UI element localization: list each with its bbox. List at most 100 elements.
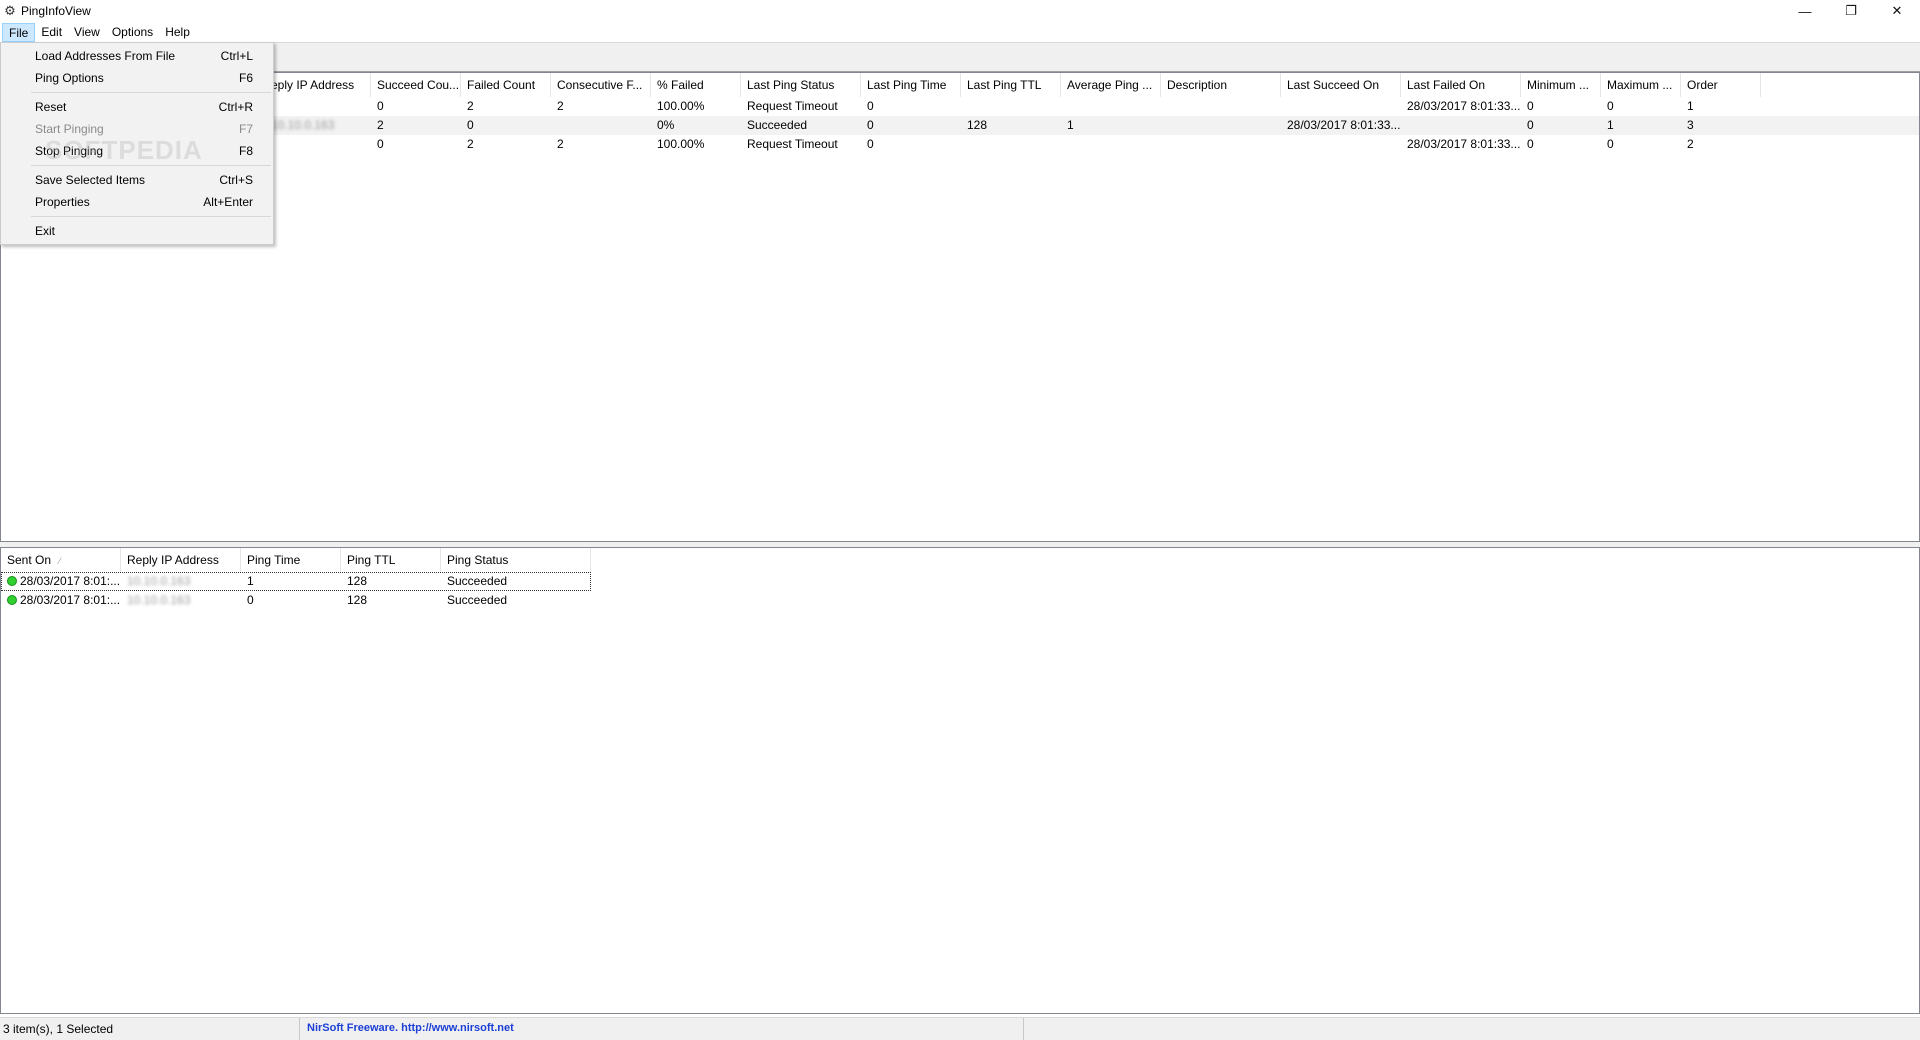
col-sent-on[interactable]: Sent On ⁄	[1, 548, 121, 572]
cell-last-ping-time: 0	[867, 99, 874, 113]
col-minimum[interactable]: Minimum ...	[1521, 73, 1601, 97]
cell-last-ping-status: Succeeded	[747, 118, 808, 132]
cell-description	[1161, 116, 1281, 135]
nirsoft-link[interactable]: NirSoft Freeware. http://www.nirsoft.net	[300, 1018, 1024, 1040]
menu-item-ping-options[interactable]: Ping Options F6	[1, 67, 273, 89]
col-percent-failed[interactable]: % Failed	[651, 73, 741, 97]
cell-reply-ip: 10.10.0.163	[127, 574, 191, 588]
cell-sent-on-text: 28/03/2017 8:01:...	[20, 574, 121, 588]
cell-description	[1161, 135, 1281, 154]
cell-average-ping: 1	[1067, 118, 1074, 132]
toolbar	[0, 42, 1920, 72]
close-button[interactable]: ✕	[1874, 0, 1920, 22]
col-ping-status[interactable]: Ping Status	[441, 548, 591, 572]
hosts-list-header: eply IP Address Succeed Cou... Failed Co…	[1, 73, 1919, 97]
col-reply-ip[interactable]: eply IP Address	[265, 73, 371, 97]
cell-ping-status: Succeeded	[447, 593, 508, 607]
cell-sent-on: 28/03/2017 8:01:...	[1, 591, 121, 610]
col-description[interactable]: Description	[1161, 73, 1281, 97]
cell-consecutive-failed: 2	[557, 137, 564, 151]
menu-separator	[31, 92, 271, 93]
menu-item-stop-pinging[interactable]: Stop Pinging F8	[1, 140, 273, 162]
status-success-icon	[7, 595, 17, 605]
table-row-focused[interactable]: 28/03/2017 8:01:... 10.10.0.163 1 128 Su…	[1, 572, 591, 591]
col-average-ping[interactable]: Average Ping ...	[1061, 73, 1161, 97]
file-menu-dropdown: Load Addresses From File Ctrl+L Ping Opti…	[0, 42, 274, 245]
menu-separator	[31, 165, 271, 166]
menu-bar: File Edit View Options Help	[0, 22, 1920, 42]
menu-separator	[31, 216, 271, 217]
window-title: PingInfoView	[21, 4, 91, 18]
col-last-failed-on[interactable]: Last Failed On	[1401, 73, 1521, 97]
cell-succeed-count: 0	[377, 99, 384, 113]
col-consecutive-failed[interactable]: Consecutive F...	[551, 73, 651, 97]
menu-edit[interactable]: Edit	[35, 23, 68, 42]
cell-last-ping-ttl	[961, 97, 1061, 116]
menu-item-shortcut: F7	[238, 122, 253, 136]
menu-item-label: Save Selected Items	[35, 173, 146, 187]
cell-maximum: 0	[1607, 99, 1614, 113]
window-controls: — ❐ ✕	[1782, 0, 1920, 22]
ping-history-header: Sent On ⁄ Reply IP Address Ping Time Ping…	[1, 548, 1919, 572]
status-success-icon	[7, 576, 17, 586]
table-row[interactable]: 0 2 2 100.00% Request Timeout 0 28/03/20…	[1, 135, 1919, 154]
menu-item-shortcut: Alt+Enter	[203, 195, 253, 209]
menu-item-save-selected[interactable]: Save Selected Items Ctrl+S	[1, 169, 273, 191]
cell-last-ping-time: 0	[867, 118, 874, 132]
cell-ping-ttl: 128	[347, 574, 368, 588]
menu-item-load-addresses[interactable]: Load Addresses From File Ctrl+L	[1, 45, 273, 67]
col-ping-ttl[interactable]: Ping TTL	[341, 548, 441, 572]
cell-failed-count: 2	[467, 137, 474, 151]
cell-last-ping-status: Request Timeout	[747, 137, 838, 151]
menu-file[interactable]: File	[2, 22, 36, 42]
col-maximum[interactable]: Maximum ...	[1601, 73, 1681, 97]
menu-item-label: Start Pinging	[35, 122, 104, 136]
col-last-ping-time[interactable]: Last Ping Time	[861, 73, 961, 97]
cell-last-failed-on: 28/03/2017 8:01:33...	[1407, 99, 1521, 113]
ping-history-list[interactable]: Sent On ⁄ Reply IP Address Ping Time Ping…	[0, 547, 1920, 1014]
menu-item-shortcut: F6	[238, 71, 253, 85]
menu-item-label: Exit	[35, 224, 56, 238]
cell-last-ping-ttl	[961, 135, 1061, 154]
table-row[interactable]: 28/03/2017 8:01:... 10.10.0.163 0 128 Su…	[1, 591, 1919, 610]
cell-order: 3	[1687, 118, 1694, 132]
cell-last-ping-status: Request Timeout	[747, 99, 838, 113]
cell-succeed-count: 0	[377, 137, 384, 151]
col-last-succeed-on[interactable]: Last Succeed On	[1281, 73, 1401, 97]
hosts-list[interactable]: eply IP Address Succeed Cou... Failed Co…	[0, 72, 1920, 542]
menu-item-properties[interactable]: Properties Alt+Enter	[1, 191, 273, 213]
restore-button[interactable]: ❐	[1828, 0, 1874, 22]
menu-help[interactable]: Help	[159, 23, 196, 42]
cell-percent-failed: 100.00%	[657, 99, 705, 113]
cell-percent-failed: 100.00%	[657, 137, 705, 151]
menu-view[interactable]: View	[68, 23, 106, 42]
menu-options[interactable]: Options	[106, 23, 159, 42]
table-row-selected[interactable]: 10.10.0.163 2 0 0% Succeeded 0 128 1 28/…	[1, 116, 1919, 135]
menu-item-exit[interactable]: Exit	[1, 220, 273, 242]
cell-reply-ip: 10.10.0.163	[127, 593, 191, 607]
col-last-ping-status[interactable]: Last Ping Status	[741, 73, 861, 97]
cell-last-succeed-on	[1281, 135, 1401, 154]
cell-failed-count: 2	[467, 99, 474, 113]
menu-item-label: Stop Pinging	[35, 144, 104, 158]
cell-minimum: 0	[1527, 137, 1534, 151]
menu-item-label: Properties	[35, 195, 90, 209]
app-gear-icon[interactable]: ⚙	[3, 3, 17, 18]
menu-item-start-pinging: Start Pinging F7	[1, 118, 273, 140]
cell-reply-ip: 10.10.0.163	[271, 118, 335, 132]
col-reply-ip[interactable]: Reply IP Address	[121, 548, 241, 572]
status-empty-pane	[1024, 1018, 1920, 1040]
table-row[interactable]: 0 2 2 100.00% Request Timeout 0 28/03/20…	[1, 97, 1919, 116]
col-sent-on-label: Sent On	[7, 553, 52, 567]
col-failed-count[interactable]: Failed Count	[461, 73, 551, 97]
cell-maximum: 0	[1607, 137, 1614, 151]
cell-last-failed-on	[1401, 116, 1521, 135]
col-order[interactable]: Order	[1681, 73, 1761, 97]
menu-item-shortcut: Ctrl+R	[218, 100, 253, 114]
cell-maximum: 1	[1607, 118, 1614, 132]
minimize-button[interactable]: —	[1782, 0, 1828, 22]
col-succeed-count[interactable]: Succeed Cou...	[371, 73, 461, 97]
menu-item-reset[interactable]: Reset Ctrl+R	[1, 96, 273, 118]
col-last-ping-ttl[interactable]: Last Ping TTL	[961, 73, 1061, 97]
col-ping-time[interactable]: Ping Time	[241, 548, 341, 572]
